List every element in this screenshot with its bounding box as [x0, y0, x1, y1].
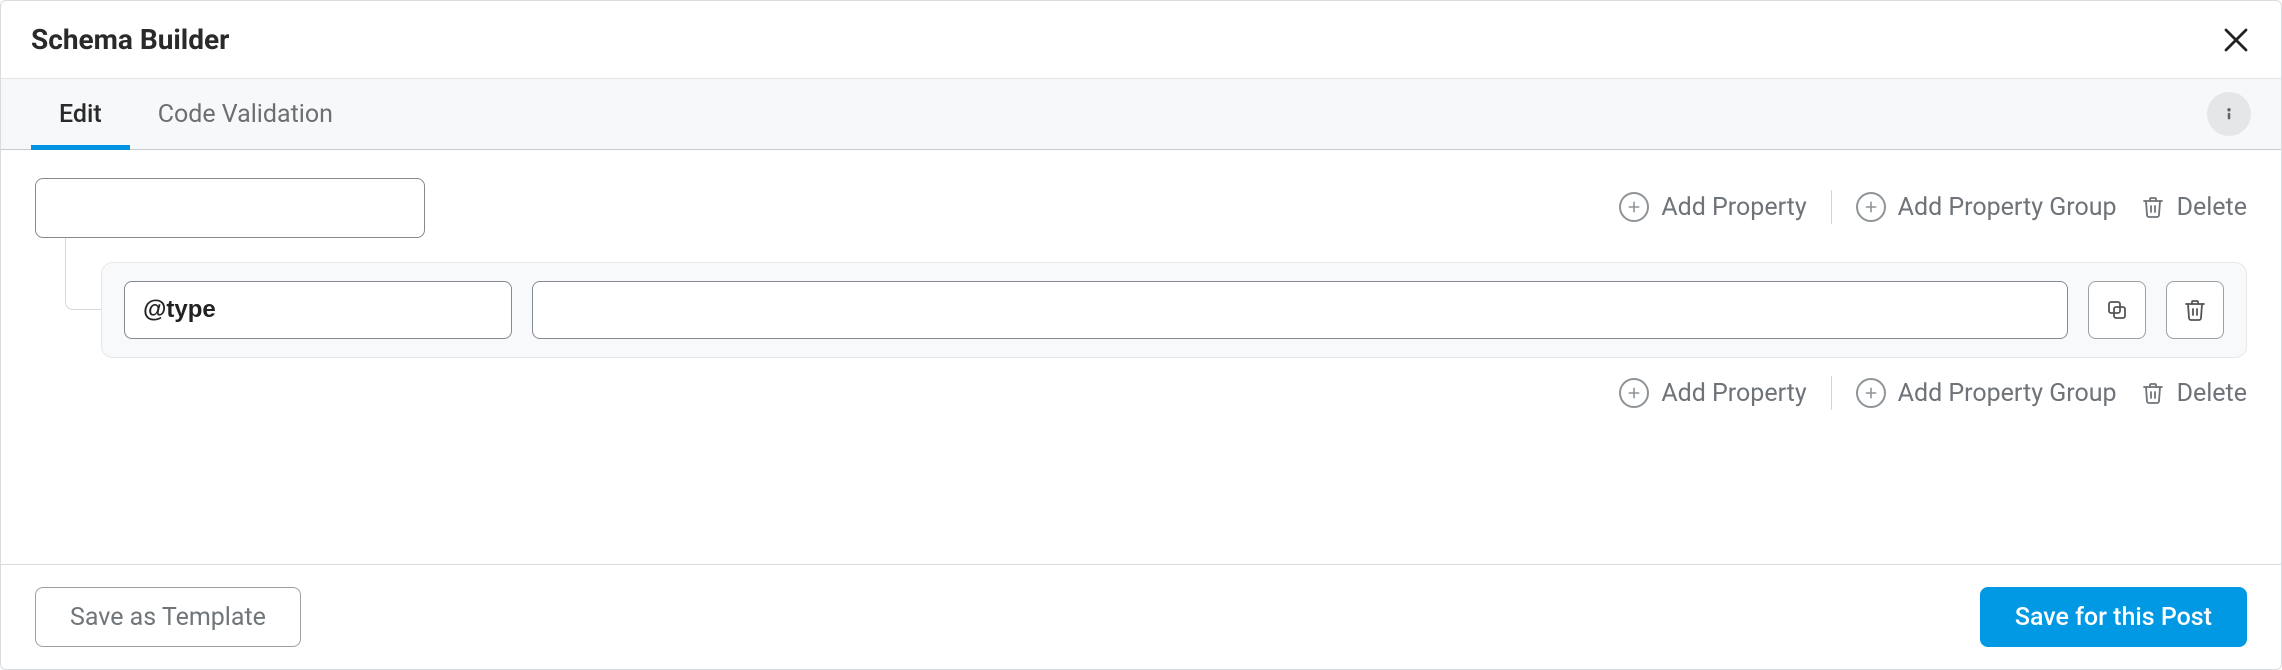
add-property-button[interactable]: Add Property: [1619, 378, 1806, 408]
add-property-group-label: Add Property Group: [1898, 193, 2117, 222]
separator: [1831, 376, 1832, 410]
add-property-label: Add Property: [1661, 379, 1806, 408]
info-button[interactable]: [2207, 92, 2251, 136]
footer: Save as Template Save for this Post: [1, 564, 2281, 669]
action-row-top: Add Property Add Property Group Delet: [445, 190, 2247, 224]
schema-builder-panel: Schema Builder Edit Code Validation: [0, 0, 2282, 670]
close-button[interactable]: [2221, 25, 2251, 55]
add-property-label: Add Property: [1661, 193, 1806, 222]
add-property-group-button[interactable]: Add Property Group: [1856, 378, 2117, 408]
schema-root-input[interactable]: [35, 178, 425, 238]
property-row: [101, 262, 2247, 358]
save-template-button[interactable]: Save as Template: [35, 587, 301, 647]
plus-icon: [1619, 378, 1649, 408]
tabs: Edit Code Validation: [31, 79, 333, 149]
tab-edit-label: Edit: [59, 100, 102, 129]
delete-label: Delete: [2177, 379, 2247, 408]
header: Schema Builder: [1, 1, 2281, 78]
info-icon: [2219, 104, 2239, 124]
plus-icon: [1856, 378, 1886, 408]
add-property-button[interactable]: Add Property: [1619, 192, 1806, 222]
trash-icon: [2141, 193, 2165, 221]
save-template-label: Save as Template: [70, 603, 266, 632]
save-post-button[interactable]: Save for this Post: [1980, 587, 2247, 647]
editor-area: Add Property Add Property Group Delet: [1, 150, 2281, 564]
trash-icon: [2141, 379, 2165, 407]
tree-connector: [65, 238, 2247, 262]
tab-code-validation[interactable]: Code Validation: [158, 79, 333, 149]
delete-button[interactable]: Delete: [2141, 193, 2247, 222]
property-key-input[interactable]: [124, 281, 512, 339]
trash-icon: [2183, 298, 2207, 322]
add-property-group-label: Add Property Group: [1898, 379, 2117, 408]
duplicate-button[interactable]: [2088, 281, 2146, 339]
plus-icon: [1856, 192, 1886, 222]
page-title: Schema Builder: [31, 23, 229, 56]
root-row: Add Property Add Property Group Delet: [35, 178, 2247, 238]
copy-icon: [2105, 298, 2129, 322]
tabs-bar: Edit Code Validation: [1, 78, 2281, 150]
tab-edit[interactable]: Edit: [59, 79, 102, 149]
plus-icon: [1619, 192, 1649, 222]
delete-button[interactable]: Delete: [2141, 379, 2247, 408]
action-row-bottom: Add Property Add Property Group Delete: [35, 376, 2247, 410]
separator: [1831, 190, 1832, 224]
property-value-input[interactable]: [532, 281, 2068, 339]
add-property-group-button[interactable]: Add Property Group: [1856, 192, 2117, 222]
delete-label: Delete: [2177, 193, 2247, 222]
property-group: [65, 262, 2247, 358]
delete-property-button[interactable]: [2166, 281, 2224, 339]
tab-code-validation-label: Code Validation: [158, 100, 333, 129]
close-icon: [2221, 25, 2251, 55]
save-post-label: Save for this Post: [2015, 603, 2212, 632]
